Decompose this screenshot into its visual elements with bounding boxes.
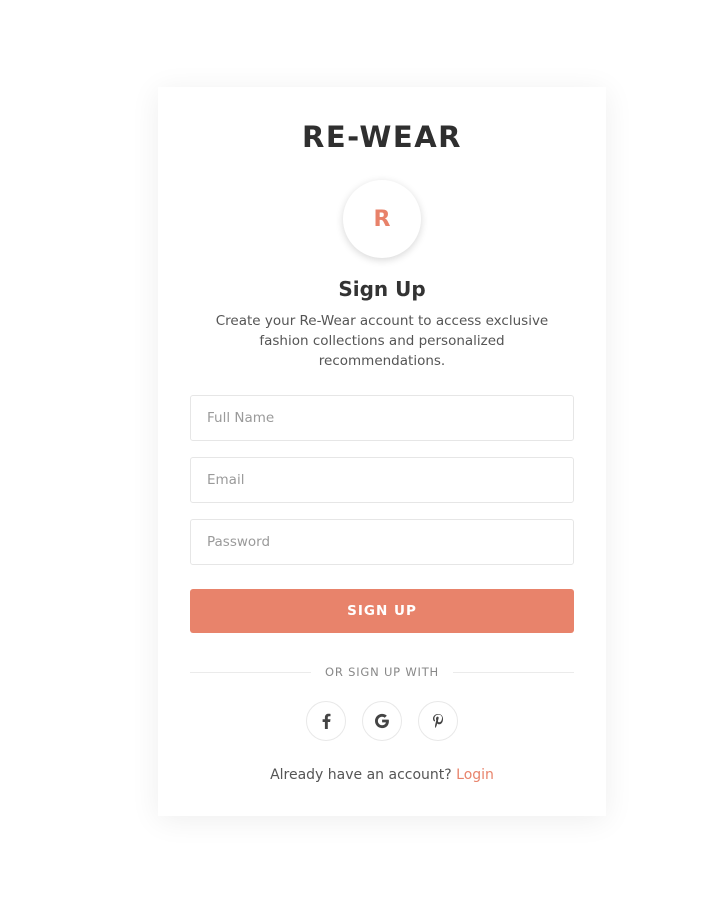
social-divider: OR SIGN UP WITH: [190, 664, 575, 680]
google-button[interactable]: [362, 701, 402, 741]
full-name-input[interactable]: [190, 395, 574, 441]
email-input[interactable]: [190, 457, 574, 503]
facebook-button[interactable]: [306, 701, 346, 741]
social-buttons: [158, 701, 606, 741]
login-link[interactable]: Login: [456, 767, 494, 783]
page-title: Sign Up: [338, 277, 426, 301]
logo-letter: R: [373, 206, 391, 232]
divider-label: OR SIGN UP WITH: [325, 665, 440, 679]
login-prompt-text: Already have an account?: [270, 767, 452, 783]
divider-line-left: [190, 671, 311, 673]
divider-line-right: [453, 671, 575, 673]
brand-title: RE-WEAR: [302, 120, 462, 154]
pinterest-button[interactable]: [418, 701, 458, 741]
sign-up-button[interactable]: SIGN UP: [190, 589, 574, 633]
pinterest-icon: [433, 714, 444, 728]
facebook-icon: [322, 713, 331, 729]
page-subtitle: Create your Re-Wear account to access ex…: [215, 313, 549, 369]
password-input[interactable]: [190, 519, 574, 565]
login-prompt: Already have an account? Login: [158, 765, 606, 785]
google-icon: [375, 713, 389, 729]
signup-card: RE-WEAR R Sign Up Create your Re-Wear ac…: [158, 87, 606, 816]
brand-logo: R: [343, 180, 421, 258]
